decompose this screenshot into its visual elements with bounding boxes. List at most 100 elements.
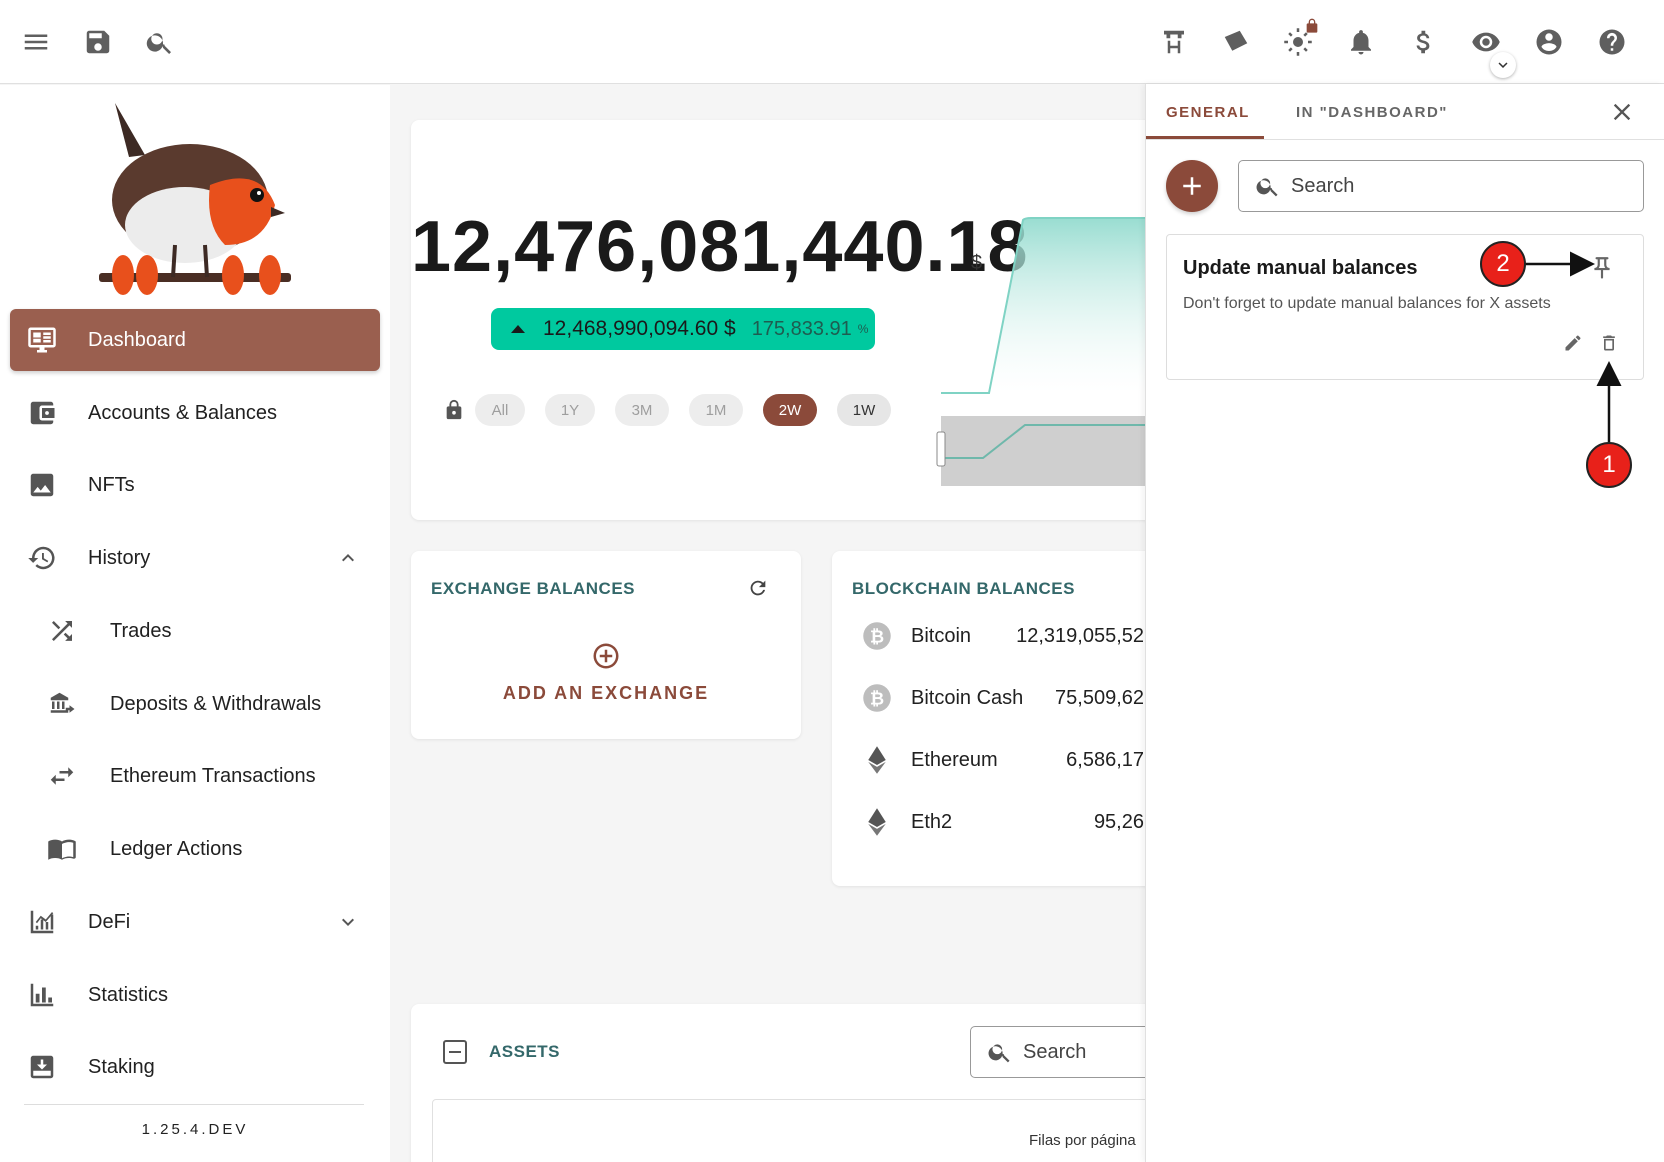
- reminder-description: Don't forget to update manual balances f…: [1183, 295, 1551, 312]
- close-icon[interactable]: [1608, 98, 1636, 126]
- blockchain-row[interactable]: ₿ Bitcoin Cash 75,509,62: [832, 678, 1172, 718]
- chevron-down-icon: [336, 910, 360, 934]
- panel-search-input[interactable]: Search: [1238, 160, 1644, 212]
- sync-icon[interactable]: [1216, 22, 1256, 62]
- image-icon: [24, 467, 60, 503]
- top-app-bar: [0, 0, 1664, 84]
- period-1y-button[interactable]: 1Y: [545, 394, 595, 426]
- menu-icon[interactable]: [16, 22, 56, 62]
- sidebar-item-deposits-withdrawals[interactable]: Deposits & Withdrawals: [10, 673, 380, 735]
- account-icon[interactable]: [1529, 22, 1569, 62]
- annotation-marker-1: 1: [1586, 442, 1632, 488]
- svg-text:₿: ₿: [870, 627, 884, 647]
- sidebar-item-defi[interactable]: DeFi: [10, 891, 380, 953]
- book-icon: [44, 831, 80, 867]
- period-1w-button[interactable]: 1W: [837, 394, 891, 426]
- asset-name: Bitcoin: [911, 624, 972, 647]
- save-icon[interactable]: [78, 22, 118, 62]
- bar-chart-icon: [24, 977, 60, 1013]
- period-1m-button[interactable]: 1M: [689, 394, 743, 426]
- history-icon: [24, 540, 60, 576]
- theme-icon[interactable]: [1278, 18, 1318, 62]
- sidebar-item-ethereum-transactions[interactable]: Ethereum Transactions: [10, 745, 380, 807]
- blockchain-balances-title: BLOCKCHAIN BALANCES: [852, 579, 1075, 598]
- tab-in-dashboard[interactable]: IN "DASHBOARD": [1296, 104, 1448, 121]
- asset-name: Ethereum: [911, 748, 998, 771]
- wallet-icon: [24, 395, 60, 431]
- pin-icon[interactable]: [1589, 255, 1615, 281]
- sidebar-item-history[interactable]: History: [10, 527, 380, 589]
- sidebar-item-staking[interactable]: Staking: [10, 1036, 380, 1098]
- period-3m-button[interactable]: 3M: [615, 394, 669, 426]
- node-icon[interactable]: [1154, 22, 1194, 62]
- add-circle-icon[interactable]: [591, 641, 621, 671]
- sidebar-item-nfts[interactable]: NFTs: [10, 454, 380, 516]
- lock-icon[interactable]: [443, 399, 465, 421]
- sidebar-item-dashboard[interactable]: Dashboard: [10, 309, 380, 371]
- plus-icon: [1183, 177, 1201, 195]
- dashboard-icon: [24, 322, 60, 358]
- search-icon: [988, 1044, 1010, 1063]
- sidebar: Dashboard Accounts & Balances NFTs Histo…: [0, 85, 390, 1162]
- blockchain-balances-card: BLOCKCHAIN BALANCES ₿ Bitcoin 12,319,055…: [832, 551, 1172, 886]
- chevron-up-icon: [336, 546, 360, 570]
- asset-amount: 75,509,62: [1055, 686, 1144, 709]
- arrow-up-icon: [511, 325, 525, 333]
- blockchain-row[interactable]: Eth2 95,26: [832, 802, 1172, 842]
- change-value: 12,468,990,094.60 $: [543, 317, 736, 340]
- sidebar-item-label: History: [88, 546, 151, 569]
- sidebar-item-label: DeFi: [88, 910, 131, 933]
- change-percent: 175,833.91: [751, 317, 852, 340]
- exchange-balances-card: EXCHANGE BALANCES ADD AN EXCHANGE: [411, 551, 801, 739]
- divider: [1146, 139, 1664, 140]
- rows-per-page-label: Filas por página: [1029, 1132, 1136, 1149]
- blockchain-row[interactable]: ₿ Bitcoin 12,319,055,52: [832, 616, 1172, 656]
- download-box-icon: [24, 1049, 60, 1085]
- sidebar-item-label: Accounts & Balances: [88, 401, 277, 424]
- svg-text:₿: ₿: [870, 689, 884, 709]
- ethereum-icon: [860, 805, 894, 839]
- assets-card: ASSETS Search Filas por página: [411, 1004, 1210, 1162]
- edit-icon[interactable]: [1563, 333, 1585, 355]
- blockchain-row[interactable]: Ethereum 6,586,17: [832, 740, 1172, 780]
- bank-transfer-icon: [44, 686, 80, 722]
- sidebar-item-accounts-balances[interactable]: Accounts & Balances: [10, 382, 380, 444]
- reminder-title: Update manual balances: [1183, 257, 1418, 279]
- chevron-down-icon[interactable]: [1490, 52, 1516, 78]
- delete-icon[interactable]: [1599, 333, 1621, 355]
- sidebar-item-ledger-actions[interactable]: Ledger Actions: [10, 818, 380, 880]
- assets-title: ASSETS: [489, 1042, 561, 1061]
- search-icon: [1256, 178, 1278, 197]
- asset-amount: 6,586,17: [1066, 748, 1144, 771]
- help-icon[interactable]: [1592, 22, 1632, 62]
- reminder-card[interactable]: Update manual balances Don't forget to u…: [1166, 234, 1644, 380]
- sidebar-item-label: Ethereum Transactions: [110, 764, 316, 787]
- sidebar-item-label: Dashboard: [88, 328, 186, 351]
- search-icon[interactable]: [140, 22, 180, 62]
- sidebar-item-trades[interactable]: Trades: [10, 600, 380, 662]
- sidebar-item-label: Staking: [88, 1055, 155, 1078]
- currency-icon[interactable]: [1404, 22, 1444, 62]
- sidebar-item-statistics[interactable]: Statistics: [10, 964, 380, 1026]
- sidebar-item-label: Deposits & Withdrawals: [110, 692, 322, 715]
- period-all-button[interactable]: All: [475, 394, 525, 426]
- net-worth-chart[interactable]: [931, 160, 1171, 520]
- net-worth-card: 12,476,081,440.18 $ 12,468,990,094.60 $ …: [411, 120, 1171, 520]
- refresh-icon[interactable]: [747, 577, 773, 603]
- add-exchange-button[interactable]: ADD AN EXCHANGE: [411, 683, 801, 704]
- collapse-checkbox[interactable]: [443, 1040, 467, 1064]
- bitcoin-icon: ₿: [860, 619, 894, 653]
- sidebar-item-label: Ledger Actions: [110, 837, 243, 860]
- sidebar-item-label: Statistics: [88, 983, 169, 1006]
- period-2w-button[interactable]: 2W: [763, 394, 817, 426]
- annotation-marker-2: 2: [1480, 241, 1526, 287]
- asset-amount: 12,319,055,52: [1016, 624, 1144, 647]
- lock-icon: [1304, 18, 1320, 34]
- swap-icon: [44, 758, 80, 794]
- add-reminder-button[interactable]: [1166, 160, 1218, 212]
- notification-icon[interactable]: [1341, 22, 1381, 62]
- ethereum-icon: [860, 743, 894, 777]
- tab-general[interactable]: GENERAL: [1166, 104, 1250, 121]
- asset-name: Bitcoin Cash: [911, 686, 1024, 709]
- sidebar-item-label: Trades: [110, 619, 172, 642]
